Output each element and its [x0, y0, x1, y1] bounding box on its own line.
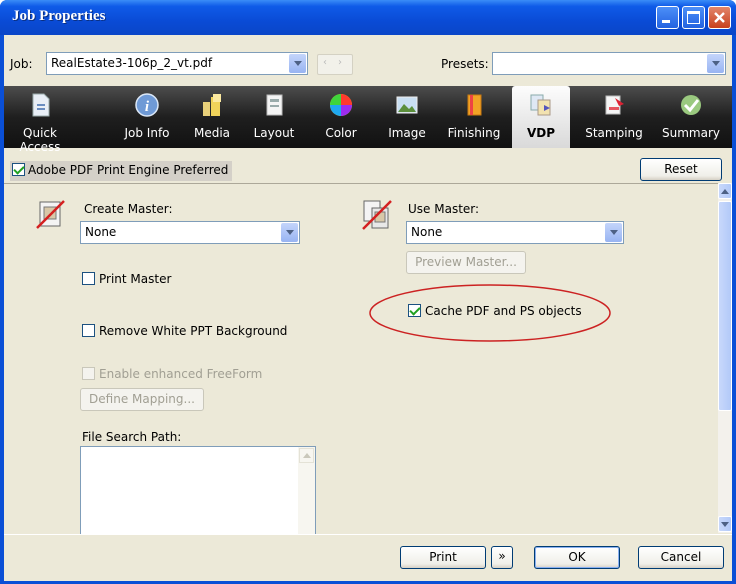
close-button[interactable]	[708, 6, 731, 29]
enhanced-freeform-checkbox[interactable]	[82, 367, 95, 380]
job-nav-arrows[interactable]: ‹ ›	[317, 54, 353, 75]
define-mapping-button[interactable]: Define Mapping...	[80, 388, 204, 411]
scroll-thumb[interactable]	[718, 201, 732, 411]
file-search-path-textarea[interactable]	[80, 446, 316, 536]
tab-label: Job Info	[124, 126, 170, 140]
highlight-ellipse-annotation	[369, 284, 611, 342]
color-wheel-icon	[330, 94, 352, 116]
reset-label: Reset	[664, 162, 698, 176]
job-label: Job:	[10, 57, 33, 71]
textarea-scrollbar[interactable]	[298, 447, 315, 535]
remove-white-checkbox[interactable]	[82, 324, 95, 337]
ok-button[interactable]: OK	[534, 546, 620, 569]
file-search-label: File Search Path:	[82, 430, 182, 444]
remove-white-label: Remove White PPT Background	[99, 324, 288, 338]
presets-select[interactable]	[492, 52, 726, 75]
create-master-icon	[36, 200, 65, 229]
tab-media[interactable]: Media	[187, 86, 237, 148]
tab-layout[interactable]: Layout	[246, 86, 302, 148]
use-master-label: Use Master:	[408, 202, 480, 216]
preview-master-button[interactable]: Preview Master...	[406, 251, 526, 274]
tab-label: VDP	[526, 126, 556, 140]
presets-label: Presets:	[441, 57, 489, 71]
vdp-panel: Create Master: None Print Master Remove …	[4, 183, 718, 536]
chevron-up-icon	[721, 189, 729, 194]
adobe-pdf-engine-checkbox[interactable]	[12, 163, 25, 176]
print-master-checkbox[interactable]	[82, 272, 95, 285]
adobe-pdf-engine-label: Adobe PDF Print Engine Preferred	[28, 163, 229, 177]
double-chevron-down-icon: »	[498, 549, 506, 563]
job-value: RealEstate3-106p_2_vt.pdf	[51, 56, 213, 70]
tab-quick-access[interactable]: Quick Access	[4, 86, 76, 154]
tab-label: Image	[388, 126, 426, 140]
chevron-down-icon	[289, 54, 306, 73]
print-label: Print	[429, 550, 457, 564]
use-master-select[interactable]: None	[406, 221, 624, 244]
tab-label: Quick Access	[19, 126, 61, 154]
tab-job-info[interactable]: i Job Info	[114, 86, 180, 148]
define-mapping-label: Define Mapping...	[89, 392, 195, 406]
maximize-button[interactable]	[682, 6, 705, 29]
stamping-icon	[605, 95, 624, 115]
reset-button[interactable]: Reset	[640, 158, 722, 181]
finishing-icon	[467, 94, 482, 116]
minimize-icon	[662, 20, 670, 23]
scroll-down-button[interactable]	[718, 516, 732, 532]
tab-label: Finishing	[447, 126, 501, 140]
tab-color[interactable]: Color	[316, 86, 366, 148]
close-icon	[714, 12, 725, 23]
tab-finishing[interactable]: Finishing	[441, 86, 507, 148]
next-arrow-icon: ›	[338, 57, 342, 68]
enhanced-freeform-label: Enable enhanced FreeForm	[99, 367, 263, 381]
layout-icon	[266, 94, 283, 116]
tab-label: Media	[193, 126, 231, 140]
dialog-button-bar: Print » OK Cancel	[4, 534, 732, 581]
chevron-down-icon	[721, 522, 729, 527]
preview-master-label: Preview Master...	[415, 255, 517, 269]
chevron-down-icon	[605, 223, 622, 242]
image-icon	[396, 96, 418, 114]
panel-vertical-scrollbar[interactable]	[718, 183, 732, 533]
create-master-select[interactable]: None	[80, 221, 300, 244]
summary-check-icon	[681, 95, 701, 115]
tab-label: Stamping	[585, 126, 643, 140]
chevron-down-icon	[707, 54, 724, 73]
cancel-label: Cancel	[660, 550, 702, 564]
scroll-up-button[interactable]	[718, 183, 732, 199]
create-master-value: None	[85, 225, 117, 239]
use-master-icon	[362, 200, 392, 230]
vdp-icon	[530, 94, 551, 116]
tab-label: Layout	[253, 126, 295, 140]
print-master-label: Print Master	[99, 272, 172, 286]
tab-label: Color	[325, 126, 357, 140]
print-options-button[interactable]: »	[491, 546, 513, 569]
category-tab-strip: Quick Access i Job Info Media Layout Col…	[4, 86, 732, 154]
chevron-down-icon	[281, 223, 298, 242]
job-properties-window: Job Properties Job: RealEstate3-106p_2_v…	[0, 0, 736, 584]
prev-arrow-icon: ‹	[323, 57, 327, 68]
job-select[interactable]: RealEstate3-106p_2_vt.pdf	[46, 52, 308, 75]
tab-label: Summary	[662, 126, 720, 140]
cancel-button[interactable]: Cancel	[638, 546, 724, 569]
ok-label: OK	[568, 550, 586, 564]
maximize-icon	[687, 11, 700, 24]
print-button[interactable]: Print	[400, 546, 486, 569]
dialog-body: Job: RealEstate3-106p_2_vt.pdf ‹ › Prese…	[4, 35, 732, 581]
minimize-button[interactable]	[656, 6, 679, 29]
tab-summary[interactable]: Summary	[656, 86, 726, 148]
scroll-up-arrow-icon[interactable]	[299, 448, 314, 463]
window-title: Job Properties	[12, 8, 106, 24]
title-bar[interactable]: Job Properties	[0, 0, 736, 35]
info-icon: i	[135, 93, 159, 117]
tab-image[interactable]: Image	[379, 86, 435, 148]
tab-vdp[interactable]: VDP	[512, 86, 570, 148]
use-master-value: None	[411, 225, 443, 239]
create-master-label: Create Master:	[84, 202, 173, 216]
media-icon	[203, 94, 221, 116]
tab-stamping[interactable]: Stamping	[581, 86, 647, 148]
quick-access-icon	[32, 93, 50, 117]
